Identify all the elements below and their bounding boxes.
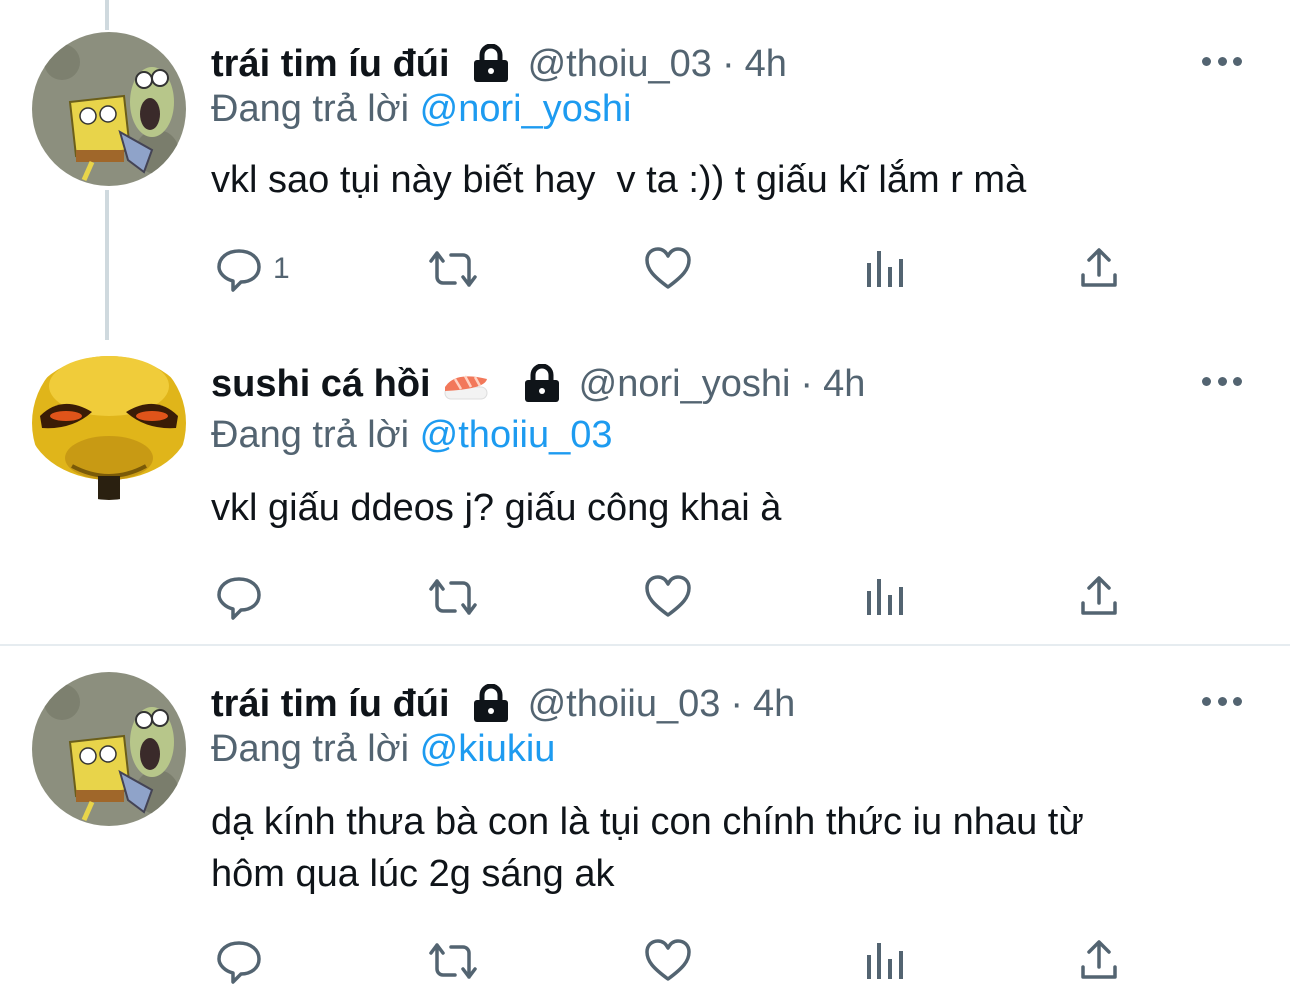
heart-icon xyxy=(645,939,691,981)
lock-icon xyxy=(470,683,512,724)
bar-chart-icon xyxy=(867,251,903,287)
separator-dot: · xyxy=(730,682,744,725)
speech-bubble-icon xyxy=(217,577,261,620)
like-button[interactable] xyxy=(643,572,693,622)
avatar[interactable] xyxy=(32,672,186,826)
share-icon xyxy=(1081,248,1117,287)
user-handle[interactable]: @thoiu_03 xyxy=(528,43,712,86)
replying-to: Đang trả lời @kiukiu xyxy=(211,728,555,771)
display-name[interactable]: trái tim íu đúi xyxy=(211,43,450,86)
analytics-button[interactable] xyxy=(863,572,907,622)
retweet-button[interactable] xyxy=(425,572,481,622)
tweet[interactable]: sushi cá hồi @nori_yoshi · 4h Đang trả l… xyxy=(0,330,1290,644)
lock-icon xyxy=(521,363,563,404)
reply-button[interactable] xyxy=(215,572,263,622)
share-icon xyxy=(1081,940,1117,979)
retweet-button[interactable] xyxy=(425,936,481,986)
timestamp[interactable]: 4h xyxy=(823,363,865,406)
avatar[interactable] xyxy=(32,346,186,500)
timestamp[interactable]: 4h xyxy=(753,683,795,726)
display-name[interactable]: sushi cá hồi xyxy=(211,363,431,406)
reply-thread-feed: trái tim íu đúi @thoiu_03 · 4h Đang trả … xyxy=(0,0,1290,996)
tweet-actions xyxy=(211,572,1131,622)
share-button[interactable] xyxy=(1077,936,1121,986)
more-dots-icon[interactable] xyxy=(1202,54,1242,68)
timestamp[interactable]: 4h xyxy=(745,43,787,86)
sushi-emoji xyxy=(441,365,491,403)
spongebob-screaming-avatar xyxy=(32,32,186,186)
retweet-icon xyxy=(429,251,477,287)
share-button[interactable] xyxy=(1077,244,1121,294)
heart-icon xyxy=(645,575,691,617)
analytics-button[interactable] xyxy=(863,936,907,986)
reply-count: 1 xyxy=(273,252,290,285)
replying-to: Đang trả lời @thoiiu_03 xyxy=(211,414,613,457)
speech-bubble-icon xyxy=(217,249,261,292)
heart-icon xyxy=(645,247,691,289)
tweet-text: dạ kính thưa bà con là tụi con chính thứ… xyxy=(211,801,1084,895)
more-dots-icon[interactable] xyxy=(1202,374,1242,388)
yellow-creature-avatar xyxy=(32,346,186,500)
tweet-text: vkl giấu ddeos j? giấu công khai à xyxy=(211,487,782,529)
reply-button[interactable] xyxy=(215,936,263,986)
replying-prefix: Đang trả lời xyxy=(211,88,410,130)
like-button[interactable] xyxy=(643,244,693,294)
spongebob-screaming-avatar xyxy=(32,672,186,826)
separator-dot: · xyxy=(721,42,735,85)
replying-prefix: Đang trả lời xyxy=(211,414,410,456)
tweet-header: trái tim íu đúi @thoiiu_03 · 4h xyxy=(211,674,795,734)
mention-link[interactable]: @nori_yoshi xyxy=(420,88,632,130)
bar-chart-icon xyxy=(867,579,903,615)
share-icon xyxy=(1081,576,1117,615)
replying-to: Đang trả lời @nori_yoshi xyxy=(211,88,631,131)
retweet-button[interactable] xyxy=(425,244,481,294)
reply-button[interactable]: 1 xyxy=(215,244,290,294)
lock-icon xyxy=(470,43,512,84)
tweet[interactable]: trái tim íu đúi @thoiu_03 · 4h Đang trả … xyxy=(0,0,1290,330)
more-dots-icon[interactable] xyxy=(1202,694,1242,708)
speech-bubble-icon xyxy=(217,941,261,984)
retweet-icon xyxy=(429,579,477,615)
tweet-actions: 1 xyxy=(211,244,1131,294)
tweet-text: vkl sao tụi này biết hay v ta :)) t giấu… xyxy=(211,159,1027,201)
tweet-header: trái tim íu đúi @thoiu_03 · 4h xyxy=(211,34,787,94)
separator-dot: · xyxy=(800,362,814,405)
user-handle[interactable]: @thoiiu_03 xyxy=(528,683,721,726)
tweet-header: sushi cá hồi @nori_yoshi · 4h xyxy=(211,354,865,414)
share-button[interactable] xyxy=(1077,572,1121,622)
tweet[interactable]: trái tim íu đúi @thoiiu_03 · 4h Đang trả… xyxy=(0,646,1290,996)
like-button[interactable] xyxy=(643,936,693,986)
mention-link[interactable]: @kiukiu xyxy=(420,728,556,770)
display-name[interactable]: trái tim íu đúi xyxy=(211,683,450,726)
user-handle[interactable]: @nori_yoshi xyxy=(579,363,791,406)
avatar[interactable] xyxy=(32,32,186,186)
tweet-actions xyxy=(211,936,1131,986)
retweet-icon xyxy=(429,943,477,979)
replying-prefix: Đang trả lời xyxy=(211,728,410,770)
analytics-button[interactable] xyxy=(863,244,907,294)
bar-chart-icon xyxy=(867,943,903,979)
mention-link[interactable]: @thoiiu_03 xyxy=(420,414,613,456)
